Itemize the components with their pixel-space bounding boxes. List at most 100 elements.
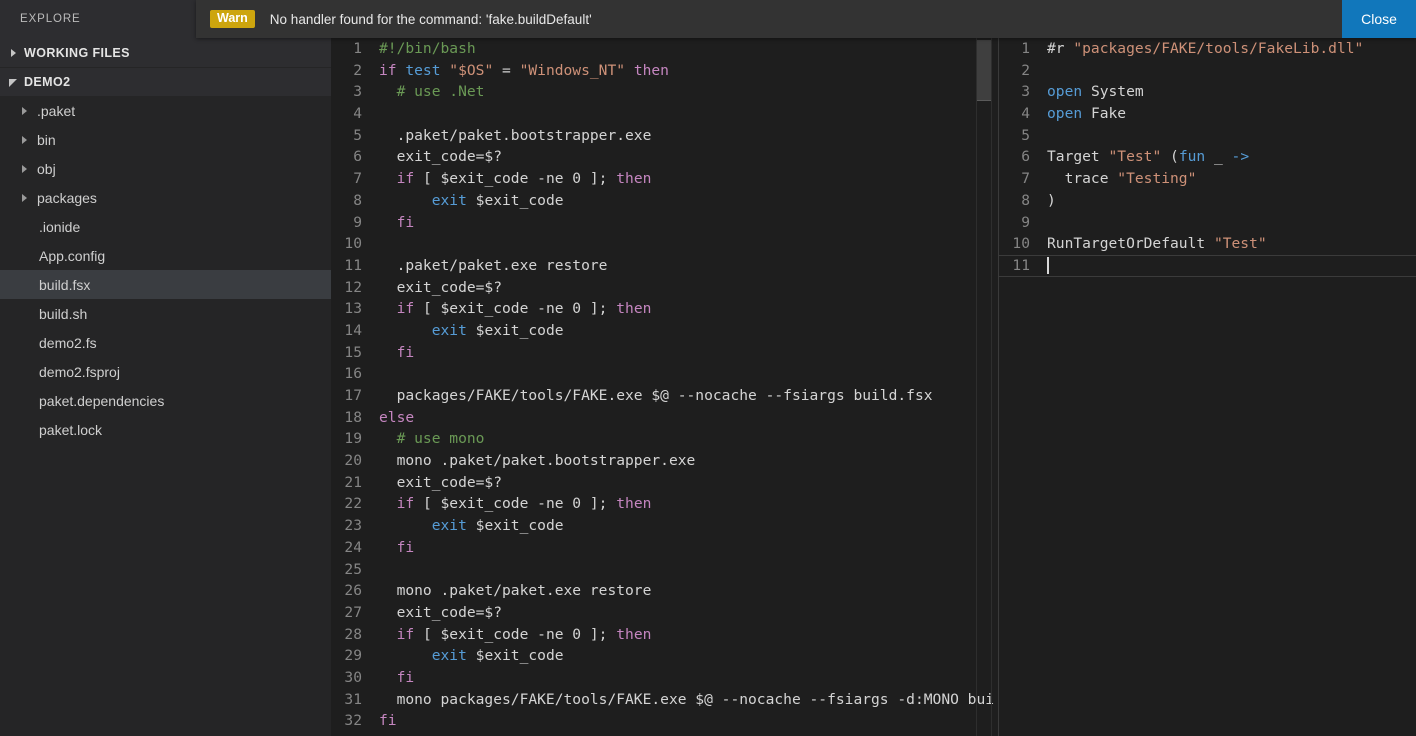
code-token: $exit_code [466,191,564,209]
code-line[interactable]: 7 trace "Testing" [999,168,1416,190]
sidebar-section-working-files[interactable]: WORKING FILES [0,38,331,67]
code-line[interactable]: 4 [331,103,998,125]
line-number: 3 [353,83,362,101]
code-text: packages/FAKE/tools/FAKE.exe $@ --nocach… [379,385,998,407]
line-number: 6 [353,148,362,166]
code-line[interactable]: 4 open Fake [999,103,1416,125]
code-line[interactable]: 28 if [ $exit_code -ne 0 ]; then [331,624,998,646]
code-line[interactable]: 29 exit $exit_code [331,645,998,667]
code-line[interactable]: 6 Target "Test" (fun _ -> [999,146,1416,168]
tree-item-folder-paket[interactable]: .paket [0,96,331,125]
editor-scrollbar-left[interactable] [976,38,992,736]
code-text: # use .Net [379,81,998,103]
code-line[interactable]: 2 [999,60,1416,82]
code-line[interactable]: 31 mono packages/FAKE/tools/FAKE.exe $@ … [331,689,998,711]
code-line[interactable]: 26 mono .paket/paket.exe restore [331,580,998,602]
editor-pane-right[interactable]: 1 #r "packages/FAKE/tools/FakeLib.dll" 2 3 o… [998,38,1416,736]
code-line[interactable]: 8) [999,190,1416,212]
code-line[interactable]: 12 exit_code=$? [331,277,998,299]
tree-item-label: build.fsx [39,276,91,293]
scrollbar-thumb[interactable] [977,40,991,101]
code-line[interactable]: 18 else [331,407,998,429]
code-line[interactable]: 10 RunTargetOrDefault "Test" [999,233,1416,255]
code-token: [ $exit_code -ne 0 ]; [414,170,617,188]
line-number: 7 [353,170,362,188]
code-line[interactable]: 7 if [ $exit_code -ne 0 ]; then [331,168,998,190]
code-token: exit_code=$? [379,148,503,166]
code-line[interactable]: 13 if [ $exit_code -ne 0 ]; then [331,298,998,320]
code-token: exit [431,321,467,339]
code-line[interactable]: 5 .paket/paket.bootstrapper.exe [331,125,998,147]
code-token: fi [396,343,415,361]
code-text: if [ $exit_code -ne 0 ]; then [379,493,998,515]
tree-item-file-build-sh[interactable]: build.sh [0,299,331,328]
tree-item-file-demo2-fs[interactable]: demo2.fs [0,328,331,357]
line-number: 9 [353,213,362,231]
code-token: [ $exit_code -ne 0 ]; [414,625,617,643]
tree-item-file-demo2-fsproj[interactable]: demo2.fsproj [0,357,331,386]
code-token: .paket/paket.bootstrapper.exe [379,126,652,144]
code-line[interactable]: 5 [999,125,1416,147]
code-line[interactable]: 3 open System [999,81,1416,103]
code-line[interactable]: 11 .paket/paket.exe restore [331,255,998,277]
line-number: 1 [353,40,362,57]
tree-item-file-paket-lock[interactable]: paket.lock [0,415,331,444]
code-line[interactable]: 8 exit $exit_code [331,190,998,212]
code-token: mono .paket/paket.bootstrapper.exe [379,452,696,470]
code-line[interactable]: 19 # use mono [331,428,998,450]
code-line[interactable]: 6 exit_code=$? [331,146,998,168]
close-button[interactable]: Close [1342,0,1416,38]
code-line[interactable]: 27 exit_code=$? [331,602,998,624]
code-line[interactable]: 22 if [ $exit_code -ne 0 ]; then [331,493,998,515]
tree-item-label: App.config [39,247,106,264]
tree-item-folder-packages[interactable]: packages [0,183,331,212]
code-token: "Test" [1213,235,1267,253]
tree-item-file-app-config[interactable]: App.config [0,241,331,270]
code-line[interactable]: 15 fi [331,342,998,364]
sidebar-section-label: WORKING FILES [24,45,130,60]
code-line[interactable]: 17 packages/FAKE/tools/FAKE.exe $@ --noc… [331,385,998,407]
code-line[interactable]: 25 [331,559,998,581]
tree-item-file-paket-dependencies[interactable]: paket.dependencies [0,386,331,415]
code-line[interactable]: 32 fi [331,710,998,732]
code-line[interactable]: 10 [331,233,998,255]
line-number: 19 [344,430,362,448]
chevron-right-icon [19,104,33,118]
code-line[interactable]: 11 [999,254,1416,277]
code-token: # use mono [379,430,485,448]
code-token: _ [1205,148,1232,166]
code-text: mono .paket/paket.bootstrapper.exe [379,450,998,472]
code-token: RunTargetOrDefault [1047,235,1214,253]
code-line[interactable]: 9 [999,212,1416,234]
line-number: 1 [1021,40,1030,57]
code-line[interactable]: 1 #r "packages/FAKE/tools/FakeLib.dll" [999,38,1416,60]
code-line[interactable]: 3 # use .Net [331,81,998,103]
code-line[interactable]: 9 fi [331,212,998,234]
code-content-left[interactable]: 1 #!/bin/bash 2 if test "$OS" = "Windows_NT… [331,38,998,732]
code-line[interactable]: 1 #!/bin/bash [331,38,998,60]
code-line[interactable]: 16 [331,363,998,385]
tree-item-label: .paket [37,102,76,119]
code-token: open [1047,83,1083,101]
code-line[interactable]: 2 if test "$OS" = "Windows_NT" then [331,60,998,82]
code-line[interactable]: 20 mono .paket/paket.bootstrapper.exe [331,450,998,472]
tree-item-folder-obj[interactable]: obj [0,154,331,183]
sidebar-section-demo2[interactable]: DEMO2 [0,67,331,96]
line-number: 10 [344,235,362,253]
code-line[interactable]: 30 fi [331,667,998,689]
code-line[interactable]: 21 exit_code=$? [331,472,998,494]
tree-item-file-build-fsx[interactable]: build.fsx [0,270,331,299]
tree-item-file-ionide[interactable]: .ionide [0,212,331,241]
code-token: $exit_code [466,517,564,535]
tree-item-folder-bin[interactable]: bin [0,125,331,154]
code-line[interactable]: 14 exit $exit_code [331,320,998,342]
code-line[interactable]: 24 fi [331,537,998,559]
code-content-right[interactable]: 1 #r "packages/FAKE/tools/FakeLib.dll" 2 3 o… [999,38,1416,277]
line-number: 27 [344,603,362,621]
editor-pane-left[interactable]: 1 #!/bin/bash 2 if test "$OS" = "Windows_NT… [331,38,998,736]
code-line[interactable]: 23 exit $exit_code [331,515,998,537]
